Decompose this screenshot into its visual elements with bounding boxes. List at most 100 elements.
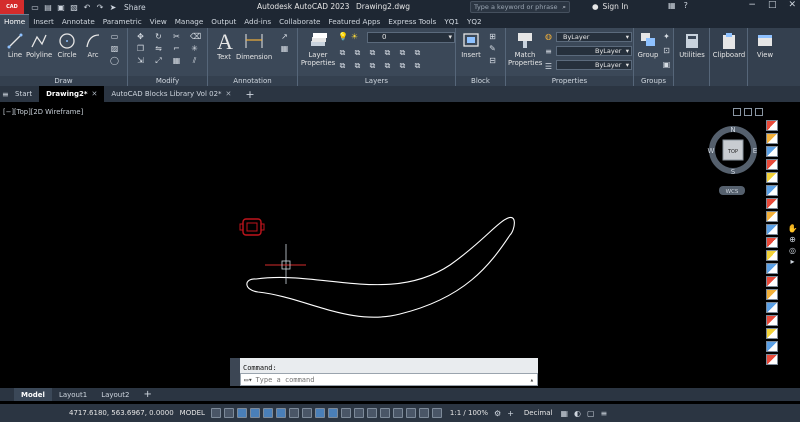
clean-screen-icon[interactable]: ▢: [587, 409, 595, 418]
layer-isolate-icon[interactable]: ⧉: [353, 48, 362, 57]
utilities-button[interactable]: Utilities: [676, 32, 708, 59]
layer-copy-icon[interactable]: ⧉: [353, 61, 362, 70]
ribbon-tab-output[interactable]: Output: [207, 14, 240, 28]
palette-tool-icon[interactable]: [766, 302, 778, 313]
linetype-dropdown[interactable]: ByLayer ▾: [556, 46, 632, 56]
table-icon[interactable]: ▦: [280, 44, 289, 53]
selection-cycling-icon[interactable]: [353, 408, 364, 418]
scale-icon[interactable]: ⤢: [154, 56, 163, 65]
annotation-visibility-icon[interactable]: [418, 408, 429, 418]
palette-tool-icon[interactable]: [766, 263, 778, 274]
undo-icon[interactable]: ↶: [82, 3, 92, 12]
polyline-tool-button[interactable]: Polyline: [26, 32, 52, 59]
modify-panel-label[interactable]: Modify: [128, 76, 207, 86]
signin-button[interactable]: ● Sign In: [592, 2, 628, 11]
command-history-toggle-icon[interactable]: ▴: [530, 376, 534, 384]
units-dropdown[interactable]: Decimal: [524, 409, 553, 417]
layout-tab-layout2[interactable]: Layout2: [94, 388, 136, 401]
selection-filter-icon[interactable]: [392, 408, 403, 418]
compass-east[interactable]: E: [753, 147, 757, 155]
leader-icon[interactable]: ↗: [280, 32, 289, 41]
ortho-icon[interactable]: [262, 408, 273, 418]
open-file-icon[interactable]: ▤: [43, 3, 53, 12]
save-as-icon[interactable]: ▧: [69, 3, 79, 12]
file-tab-drawing2[interactable]: Drawing2* ✕: [39, 86, 105, 102]
block-attribute-icon[interactable]: ⊟: [488, 56, 497, 65]
3d-osnap-icon[interactable]: [366, 408, 377, 418]
ribbon-tab-collaborate[interactable]: Collaborate: [275, 14, 324, 28]
ribbon-tab-home[interactable]: Home: [0, 14, 30, 28]
rotate-icon[interactable]: ↻: [154, 32, 163, 41]
properties-panel-label[interactable]: Properties: [506, 76, 633, 86]
color-dropdown[interactable]: ByLayer ▾: [556, 32, 632, 42]
viewcube-top-face[interactable]: TOP: [727, 149, 738, 155]
share-button[interactable]: Share: [124, 3, 146, 12]
mirror-icon[interactable]: ⇋: [154, 44, 163, 53]
isolate-objects-icon[interactable]: ◐: [574, 409, 581, 418]
drawing-canvas[interactable]: [−][Top][2D Wireframe] TOP N S E W WCS: [0, 102, 765, 386]
palette-tool-icon[interactable]: [766, 224, 778, 235]
layer-merge-icon[interactable]: ⧉: [383, 61, 392, 70]
ribbon-tab-view[interactable]: View: [146, 14, 171, 28]
layer-match-icon[interactable]: ⧉: [338, 48, 347, 57]
fillet-icon[interactable]: ⌐: [172, 44, 181, 53]
ribbon-tab-featured-apps[interactable]: Featured Apps: [324, 14, 384, 28]
annotation-scale[interactable]: 1:1 / 100%: [450, 409, 488, 417]
app-logo[interactable]: CAD: [0, 0, 24, 14]
object-snap-icon[interactable]: [314, 408, 325, 418]
compass-north[interactable]: N: [730, 126, 735, 134]
erase-icon[interactable]: ⌫: [190, 32, 201, 41]
transparency-icon[interactable]: [340, 408, 351, 418]
palette-tool-icon[interactable]: [766, 133, 778, 144]
layer-on-icon[interactable]: 💡: [338, 32, 348, 41]
linetype-icon[interactable]: ≡: [544, 47, 553, 56]
palette-tool-icon[interactable]: [766, 341, 778, 352]
palette-tool-icon[interactable]: [766, 289, 778, 300]
palette-tool-icon[interactable]: [766, 237, 778, 248]
palette-tool-icon[interactable]: [766, 146, 778, 157]
insert-block-button[interactable]: Insert: [458, 30, 484, 59]
ribbon-tab-express-tools[interactable]: Express Tools: [384, 14, 440, 28]
quick-properties-icon[interactable]: ▦: [560, 409, 568, 418]
layer-freeze-icon[interactable]: ☀: [350, 32, 359, 41]
polar-icon[interactable]: [275, 408, 286, 418]
plus-icon[interactable]: +: [507, 409, 514, 418]
line-tool-button[interactable]: Line: [4, 32, 26, 59]
file-tab-blocks-library[interactable]: AutoCAD Blocks Library Vol 02* ✕: [104, 86, 238, 102]
new-layout-button[interactable]: +: [136, 388, 158, 401]
lineweight-icon[interactable]: ☰: [544, 62, 553, 71]
layer-walk-icon[interactable]: ⧉: [368, 61, 377, 70]
layout-tab-layout1[interactable]: Layout1: [52, 388, 94, 401]
text-tool-button[interactable]: A Text: [214, 30, 234, 61]
rectangle-icon[interactable]: ▭: [110, 32, 119, 41]
ribbon-tab-parametric[interactable]: Parametric: [99, 14, 146, 28]
dynamic-input-icon[interactable]: [249, 408, 260, 418]
grid-icon[interactable]: [210, 408, 221, 418]
close-tab-icon[interactable]: ✕: [226, 90, 232, 98]
match-properties-button[interactable]: Match Properties: [508, 30, 542, 67]
palette-tool-icon[interactable]: [766, 328, 778, 339]
command-menu-icon[interactable]: ▭▾: [244, 376, 252, 384]
copy-icon[interactable]: ❐: [136, 44, 145, 53]
view-button[interactable]: View: [750, 32, 780, 59]
layer-properties-button[interactable]: Layer Properties: [300, 30, 336, 67]
close-icon[interactable]: ✕: [788, 0, 796, 10]
create-block-icon[interactable]: ⊞: [488, 32, 497, 41]
offset-icon[interactable]: ⫽: [190, 56, 199, 65]
layer-current-icon[interactable]: ⧉: [338, 61, 347, 70]
color-wheel-icon[interactable]: ◍: [544, 32, 553, 41]
selected-block[interactable]: [239, 218, 265, 236]
auto-scale-icon[interactable]: [431, 408, 442, 418]
search-input[interactable]: Type a keyword or phrase ⌕: [470, 1, 570, 13]
close-tab-icon[interactable]: ✕: [92, 90, 98, 98]
groups-panel-label[interactable]: Groups: [634, 76, 673, 86]
cart-icon[interactable]: ▦: [668, 1, 676, 10]
new-file-icon[interactable]: ▭: [30, 3, 40, 12]
palette-tool-icon[interactable]: [766, 315, 778, 326]
search-icon[interactable]: ⌕: [562, 3, 566, 12]
ribbon-tab-add-ins[interactable]: Add-ins: [240, 14, 275, 28]
ungroup-icon[interactable]: ✦: [662, 32, 671, 41]
explode-icon[interactable]: ✳: [190, 44, 199, 53]
layer-previous-icon[interactable]: ⧉: [413, 61, 422, 70]
edit-block-icon[interactable]: ✎: [488, 44, 497, 53]
